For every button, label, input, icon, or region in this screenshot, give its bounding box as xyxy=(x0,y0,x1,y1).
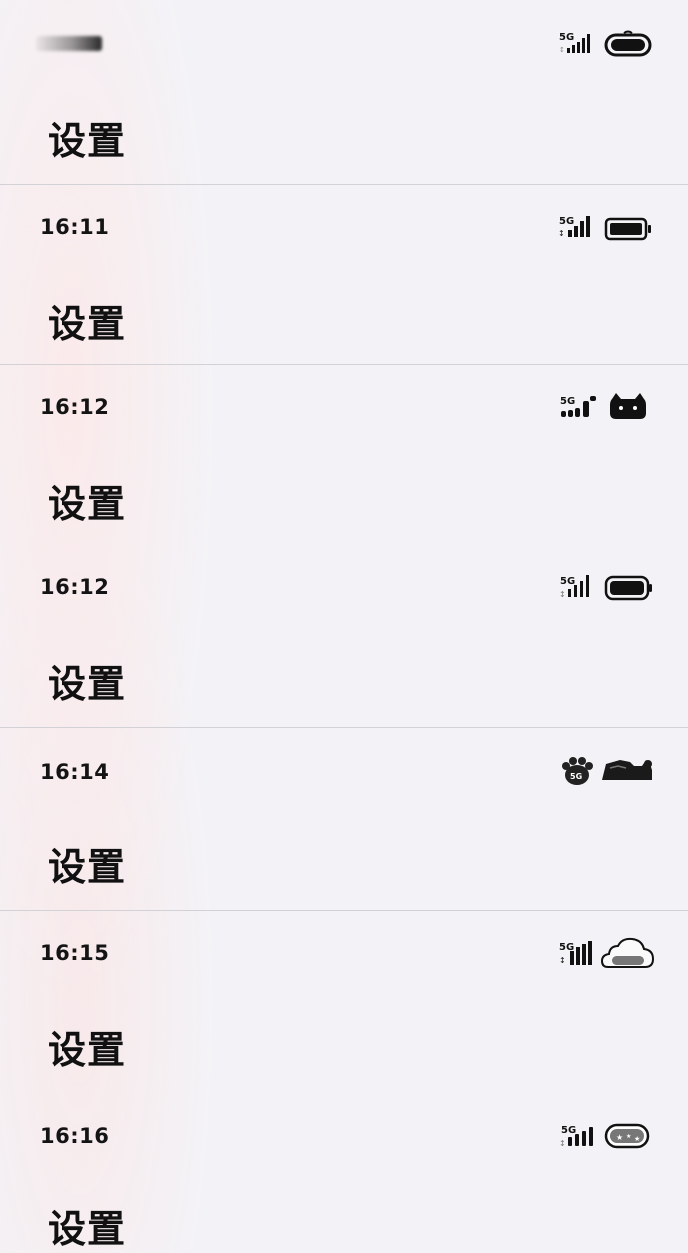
svg-text:↕: ↕ xyxy=(558,229,565,238)
signal-icon: 5G xyxy=(556,393,600,421)
page-title: 设置 xyxy=(48,662,127,706)
signal-icon: 5G ↕ xyxy=(556,1122,600,1150)
svg-text:★: ★ xyxy=(616,1133,623,1142)
sleeping-cats-battery-icon xyxy=(600,756,654,784)
signal-icon: 5G ↕ xyxy=(556,573,600,601)
network-type-label: 5G xyxy=(559,216,574,227)
paw-signal-icon: 5G xyxy=(558,756,598,788)
page-title: 设置 xyxy=(48,1028,127,1072)
status-time: 16:12 xyxy=(40,395,110,419)
status-panel: 16:15 5G ↕ 设置 xyxy=(0,911,688,1094)
page-title: 设置 xyxy=(48,845,127,889)
page-title: 设置 xyxy=(48,302,127,346)
page-title: 设置 xyxy=(48,119,127,163)
svg-text:★: ★ xyxy=(634,1135,640,1143)
page-title: 设置 xyxy=(48,482,127,526)
status-time: 16:11 xyxy=(40,215,110,239)
network-type-label: 5G xyxy=(560,396,575,407)
battery-icon xyxy=(604,217,652,241)
battery-pill-icon xyxy=(604,30,652,58)
svg-text:↕: ↕ xyxy=(559,956,566,965)
network-type-label: 5G xyxy=(559,32,574,43)
svg-text:↕: ↕ xyxy=(559,1139,566,1148)
network-type-label: 5G xyxy=(561,1125,576,1136)
status-panel: 5G ↕ 设置 xyxy=(0,0,688,185)
status-panel: 16:16 5G ↕ ★ ★ ★ 设置 xyxy=(0,1094,688,1251)
status-panel: 16:11 5G ↕ 设置 xyxy=(0,185,688,365)
svg-text:↕: ↕ xyxy=(559,46,565,54)
signal-icon: 5G ↕ xyxy=(556,213,600,241)
network-type-label: 5G xyxy=(560,576,575,587)
status-time: 16:16 xyxy=(40,1124,110,1148)
network-type-label: 5G xyxy=(570,772,582,781)
status-panel: 16:12 5G 设置 xyxy=(0,365,688,545)
cat-battery-icon xyxy=(608,393,648,421)
signal-icon: 5G ↕ xyxy=(556,30,600,56)
battery-icon xyxy=(604,575,654,601)
cloud-battery-icon xyxy=(600,935,656,971)
status-time: 16:15 xyxy=(40,941,110,965)
svg-text:★: ★ xyxy=(626,1133,631,1140)
page-title: 设置 xyxy=(48,1207,127,1251)
status-time-blurred xyxy=(36,36,102,51)
svg-text:↕: ↕ xyxy=(559,590,566,599)
starry-battery-icon: ★ ★ ★ xyxy=(604,1122,652,1150)
status-time: 16:14 xyxy=(40,760,110,784)
status-time: 16:12 xyxy=(40,575,110,599)
status-panel: 16:14 5G 设置 xyxy=(0,728,688,911)
status-panel: 16:12 5G ↕ 设置 xyxy=(0,545,688,728)
signal-icon: 5G ↕ xyxy=(556,939,600,969)
